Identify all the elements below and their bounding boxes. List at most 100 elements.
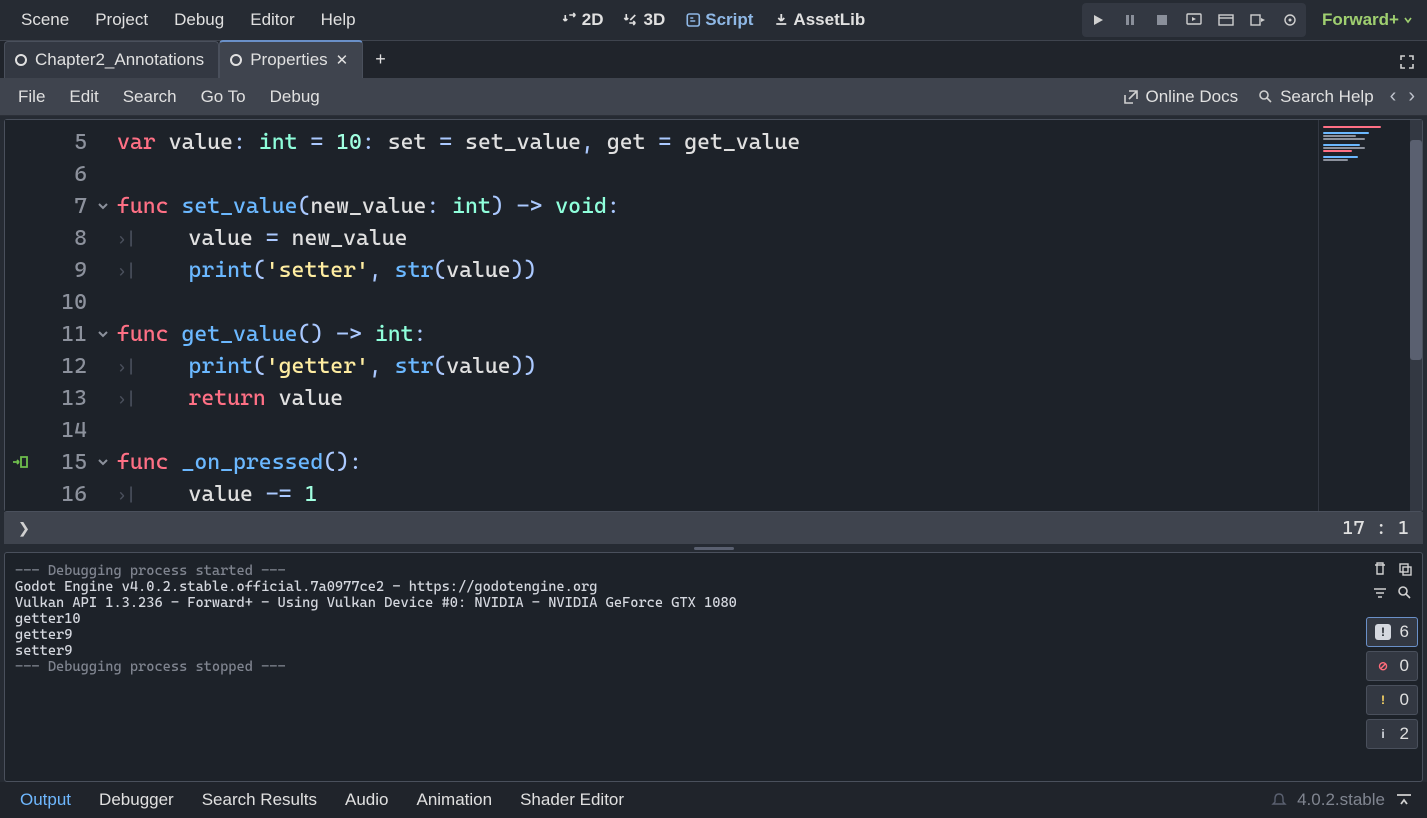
view-2d-button[interactable]: 2D (552, 4, 614, 36)
view-script-label: Script (705, 10, 753, 30)
panel-splitter[interactable] (0, 544, 1427, 552)
warning-icon: ! (1375, 692, 1391, 708)
bottom-tab-search-results[interactable]: Search Results (188, 784, 331, 816)
tab-label: Properties (250, 50, 327, 70)
menu-debug[interactable]: Debug (161, 1, 237, 39)
menu-editor[interactable]: Editor (237, 1, 307, 39)
tab-chapter2-annotations[interactable]: Chapter2_Annotations (4, 41, 219, 78)
menu-project[interactable]: Project (82, 1, 161, 39)
code-line[interactable]: ›| print('setter', str(value)) (117, 254, 1318, 286)
code-line[interactable] (117, 414, 1318, 446)
output-sidebar: ! 6 ⊘ 0 ! 0 i 2 (1362, 553, 1422, 781)
code-line[interactable]: func get_value() -> int: (117, 318, 1318, 350)
tab-properties[interactable]: Properties ✕ (219, 40, 363, 78)
bottom-tab-shader-editor[interactable]: Shader Editor (506, 784, 638, 816)
search-output-button[interactable] (1395, 583, 1414, 603)
collapse-panel-button[interactable] (1395, 792, 1413, 808)
playback-controls: Forward+ (1082, 3, 1419, 37)
code-line[interactable]: ›| return value (117, 382, 1318, 414)
bottom-tab-audio[interactable]: Audio (331, 784, 402, 816)
script-edit-menu[interactable]: Edit (57, 81, 110, 113)
play-scene-button[interactable] (1242, 5, 1274, 35)
render-settings-button[interactable] (1274, 5, 1306, 35)
code-line[interactable]: ›| value -= 1 (117, 478, 1318, 510)
expand-button[interactable] (1387, 46, 1427, 78)
fold-icon[interactable] (97, 200, 117, 212)
search-help-button[interactable]: Search Help (1248, 81, 1384, 113)
run-current-button[interactable] (1178, 5, 1210, 35)
line-number: 15 (57, 450, 97, 475)
online-docs-button[interactable]: Online Docs (1113, 81, 1248, 113)
main-menu: Scene Project Debug Editor Help (8, 1, 369, 39)
message-count: 6 (1400, 622, 1409, 642)
code-line[interactable]: var value: int = 10: set = set_value, ge… (117, 126, 1318, 158)
pause-button[interactable] (1114, 5, 1146, 35)
info-count: 2 (1400, 724, 1409, 744)
code-line[interactable]: ›| print('getter', str(value)) (117, 350, 1318, 382)
top-menubar: Scene Project Debug Editor Help 2D 3D Sc… (0, 0, 1427, 40)
clear-output-button[interactable] (1370, 559, 1389, 579)
warning-count-toggle[interactable]: ! 0 (1366, 685, 1418, 715)
code-editor[interactable]: 5678910111213141516 var value: int = 10:… (4, 119, 1423, 512)
minimap[interactable] (1318, 120, 1410, 511)
fold-icon[interactable] (97, 328, 117, 340)
movie-maker-button[interactable] (1210, 5, 1242, 35)
script-search-menu[interactable]: Search (111, 81, 189, 113)
bottom-tab-output[interactable]: Output (6, 784, 85, 816)
warning-count: 0 (1400, 690, 1409, 710)
code-body[interactable]: var value: int = 10: set = set_value, ge… (117, 120, 1318, 511)
script-menubar: File Edit Search Go To Debug Online Docs… (0, 78, 1427, 116)
filter-output-button[interactable] (1370, 583, 1389, 603)
close-tab-icon[interactable]: ✕ (336, 51, 349, 69)
line-number: 8 (57, 226, 97, 251)
cursor-position: 17 : 1 (1342, 517, 1409, 539)
search-help-icon (1258, 89, 1274, 105)
tab-label: Chapter2_Annotations (35, 50, 204, 70)
code-line[interactable]: func _on_pressed(): (117, 446, 1318, 478)
script-file-menu[interactable]: File (6, 81, 57, 113)
line-number: 6 (57, 162, 97, 187)
output-line: getter9 (15, 627, 1352, 643)
output-line: setter9 (15, 643, 1352, 659)
error-icon: ⊘ (1375, 658, 1391, 674)
view-3d-button[interactable]: 3D (614, 4, 676, 36)
menu-scene[interactable]: Scene (8, 1, 82, 39)
message-icon: ! (1375, 624, 1391, 640)
output-line: Godot Engine v4.0.2.stable.official.7a09… (15, 579, 1352, 595)
online-docs-label: Online Docs (1145, 87, 1238, 107)
bottom-tab-debugger[interactable]: Debugger (85, 784, 188, 816)
notification-bell-icon[interactable] (1271, 792, 1287, 808)
nav-back-button[interactable]: ‹ (1384, 81, 1403, 112)
stop-button[interactable] (1146, 5, 1178, 35)
line-number: 13 (57, 386, 97, 411)
2d-swap-icon (562, 12, 578, 28)
renderer-label: Forward+ (1322, 10, 1399, 30)
error-count-toggle[interactable]: ⊘ 0 (1366, 651, 1418, 681)
bottom-tab-animation[interactable]: Animation (402, 784, 506, 816)
code-line[interactable] (117, 286, 1318, 318)
error-count: 0 (1400, 656, 1409, 676)
fold-icon[interactable] (97, 456, 117, 468)
info-count-toggle[interactable]: i 2 (1366, 719, 1418, 749)
document-tabs: Chapter2_Annotations Properties ✕ + (0, 40, 1427, 78)
output-log[interactable]: --- Debugging process started ---Godot E… (5, 553, 1362, 781)
message-count-toggle[interactable]: ! 6 (1366, 617, 1418, 647)
copy-output-button[interactable] (1395, 559, 1414, 579)
code-line[interactable] (117, 158, 1318, 190)
version-label: 4.0.2.stable (1297, 790, 1385, 810)
view-script-button[interactable]: Script (675, 4, 763, 36)
line-number: 14 (57, 418, 97, 443)
new-tab-button[interactable]: + (363, 41, 398, 78)
code-line[interactable]: func set_value(new_value: int) -> void: (117, 190, 1318, 222)
nav-forward-button[interactable]: › (1402, 81, 1421, 112)
script-debug-menu[interactable]: Debug (258, 81, 332, 113)
view-assetlib-button[interactable]: AssetLib (763, 4, 875, 36)
renderer-dropdown[interactable]: Forward+ (1316, 5, 1419, 35)
script-goto-menu[interactable]: Go To (189, 81, 258, 113)
menu-help[interactable]: Help (308, 1, 369, 39)
output-line: getter10 (15, 611, 1352, 627)
play-button[interactable] (1082, 5, 1114, 35)
code-line[interactable]: ›| value = new_value (117, 222, 1318, 254)
scrollbar[interactable] (1410, 120, 1422, 511)
node-icon (230, 54, 242, 66)
